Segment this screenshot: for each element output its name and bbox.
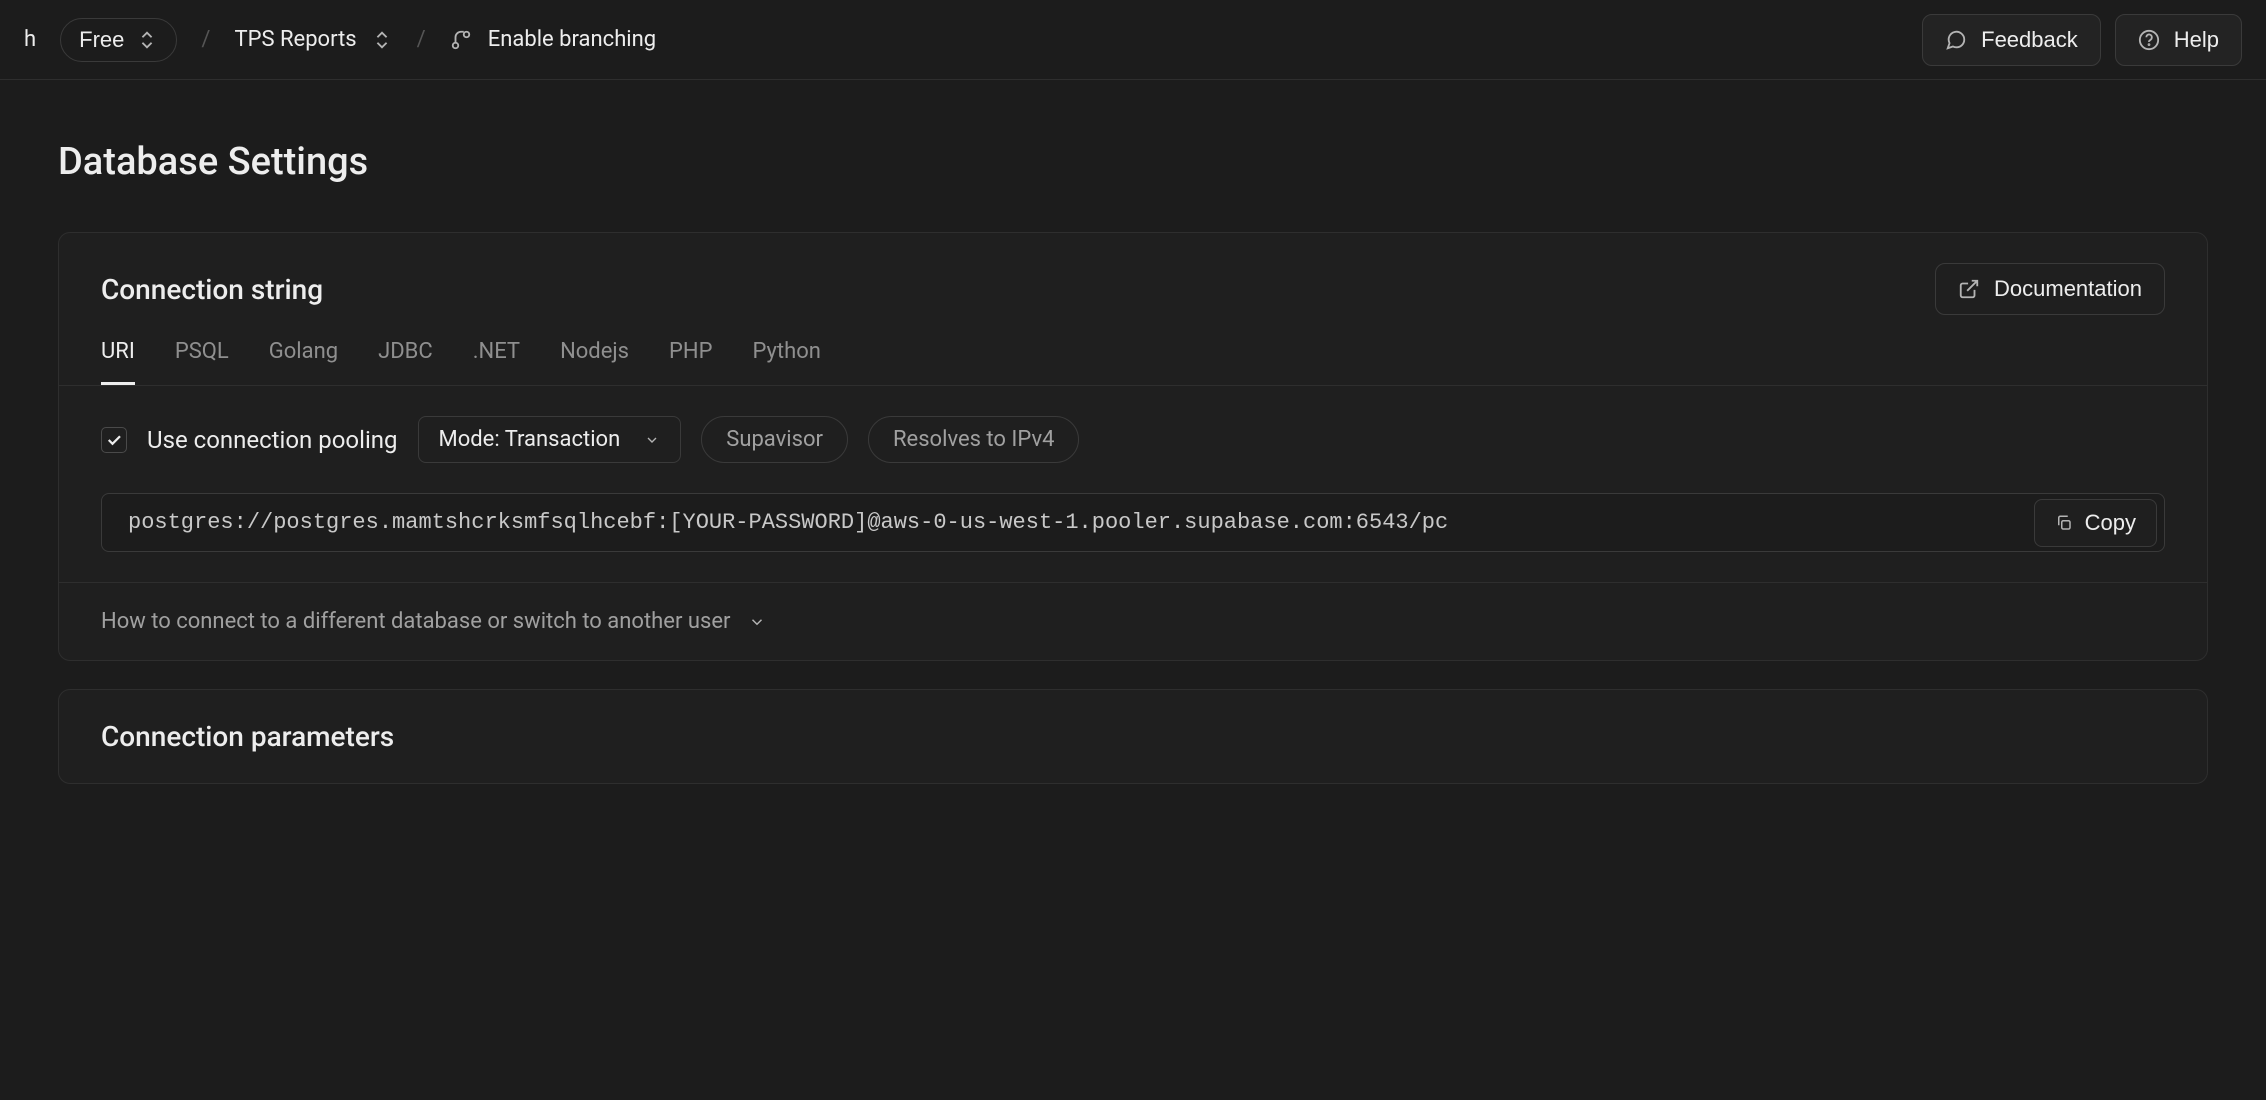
project-switcher[interactable]: TPS Reports [234, 27, 392, 52]
mode-select-label: Mode: Transaction [439, 427, 621, 452]
feedback-label: Feedback [1981, 27, 2078, 53]
branching-label: Enable branching [488, 27, 656, 52]
tab-uri[interactable]: URI [101, 339, 135, 385]
tab-nodejs[interactable]: Nodejs [560, 339, 629, 385]
enable-branching-button[interactable]: Enable branching [450, 27, 656, 52]
content-area: Database Settings Connection string Docu… [0, 80, 2266, 784]
mode-select[interactable]: Mode: Transaction [418, 416, 682, 463]
card-header: Connection string Documentation [59, 233, 2207, 315]
copy-button[interactable]: Copy [2034, 499, 2157, 547]
page-title: Database Settings [58, 140, 2208, 184]
chevron-up-down-icon [136, 29, 158, 51]
copy-label: Copy [2085, 510, 2136, 536]
copy-icon [2055, 514, 2073, 532]
connection-string-card: Connection string Documentation URI PSQL… [58, 232, 2208, 661]
chevron-down-icon [748, 613, 766, 631]
check-icon [105, 431, 123, 449]
project-name: TPS Reports [234, 27, 356, 52]
documentation-label: Documentation [1994, 276, 2142, 302]
tab-psql[interactable]: PSQL [175, 339, 229, 385]
chat-icon [1945, 29, 1967, 51]
branch-icon [450, 29, 472, 51]
documentation-button[interactable]: Documentation [1935, 263, 2165, 315]
help-icon [2138, 29, 2160, 51]
expand-label: How to connect to a different database o… [101, 609, 730, 634]
pooling-label: Use connection pooling [147, 426, 398, 454]
connection-uri-value[interactable]: postgres://postgres.mamtshcrksmfsqlhcebf… [101, 493, 2165, 552]
chip-ipv4: Resolves to IPv4 [868, 416, 1080, 463]
pooling-checkbox[interactable] [101, 427, 127, 453]
help-button[interactable]: Help [2115, 14, 2242, 66]
topbar-left: h Free / TPS Reports / Enable branching [24, 18, 1898, 62]
card-header: Connection parameters [59, 690, 2207, 783]
breadcrumb-separator: / [417, 27, 426, 52]
tab-dotnet[interactable]: .NET [473, 339, 520, 385]
feedback-button[interactable]: Feedback [1922, 14, 2101, 66]
tab-python[interactable]: Python [752, 339, 820, 385]
external-link-icon [1958, 278, 1980, 300]
plan-badge[interactable]: Free [60, 18, 177, 62]
connection-parameters-title: Connection parameters [101, 720, 2165, 753]
topbar-right: Feedback Help [1922, 14, 2242, 66]
breadcrumb-separator: / [201, 27, 210, 52]
pooling-row: Use connection pooling Mode: Transaction… [59, 386, 2207, 493]
connection-string-title: Connection string [101, 273, 323, 306]
top-bar: h Free / TPS Reports / Enable branching … [0, 0, 2266, 80]
how-to-connect-expander[interactable]: How to connect to a different database o… [59, 582, 2207, 660]
connection-parameters-card: Connection parameters [58, 689, 2208, 784]
help-label: Help [2174, 27, 2219, 53]
chevron-down-icon [644, 432, 660, 448]
connection-uri-row: postgres://postgres.mamtshcrksmfsqlhcebf… [59, 493, 2207, 582]
tab-jdbc[interactable]: JDBC [378, 339, 433, 385]
tab-php[interactable]: PHP [669, 339, 712, 385]
tab-golang[interactable]: Golang [269, 339, 338, 385]
breadcrumb-org-partial: h [24, 27, 36, 52]
connection-string-tabs: URI PSQL Golang JDBC .NET Nodejs PHP Pyt… [59, 315, 2207, 386]
chevron-up-down-icon [371, 29, 393, 51]
chip-supavisor: Supavisor [701, 416, 848, 463]
plan-badge-label: Free [79, 27, 124, 53]
